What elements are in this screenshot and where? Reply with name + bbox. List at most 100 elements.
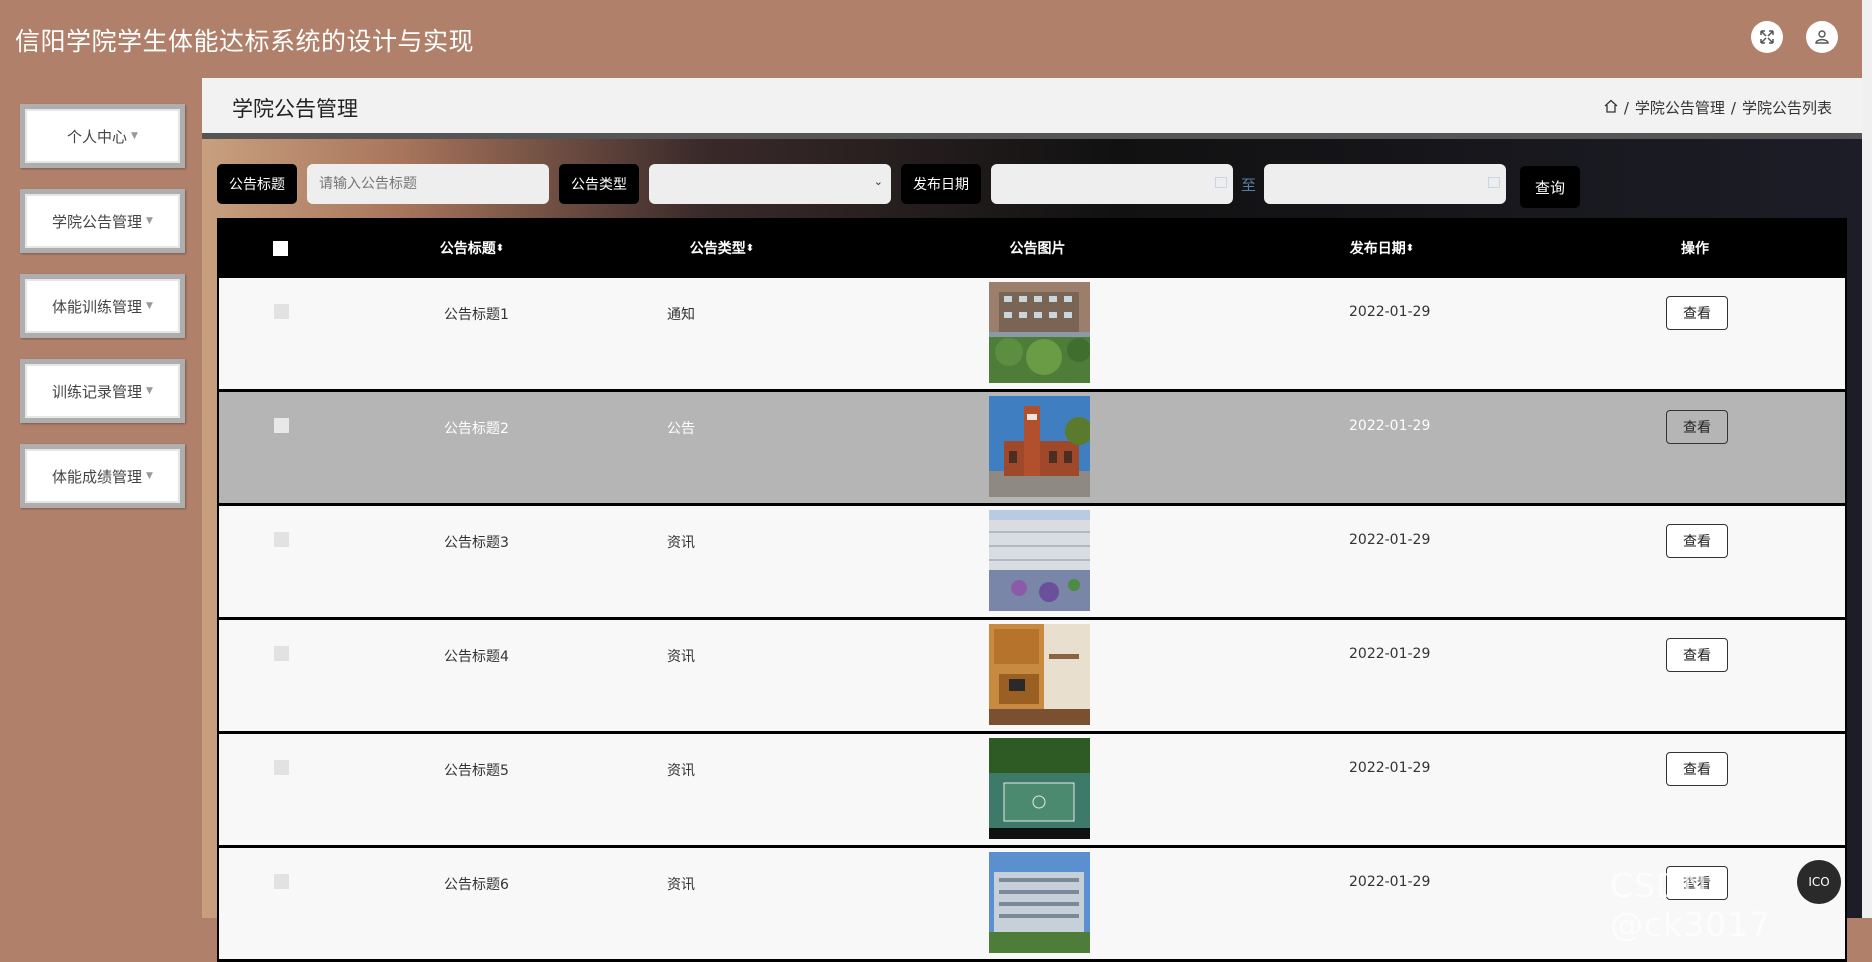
sidebar-item-label: 个人中心 bbox=[67, 127, 128, 146]
title-filter-label: 公告标题 bbox=[217, 164, 297, 204]
building-photo bbox=[989, 282, 1090, 383]
table-row[interactable]: 公告标题5 资讯 2022-01-29 查看 bbox=[217, 734, 1847, 848]
column-label: 公告标题 bbox=[439, 241, 496, 257]
row-checkbox[interactable] bbox=[274, 760, 289, 775]
sidebar-item-score-management[interactable]: 体能成绩管理 ▼ bbox=[20, 444, 185, 508]
cell-date: 2022-01-29 bbox=[1349, 418, 1431, 434]
breadcrumb-item: 学院公告列表 bbox=[1741, 99, 1832, 117]
cell-type: 公告 bbox=[667, 421, 695, 437]
date-filter-label: 发布日期 bbox=[901, 164, 981, 204]
search-bar: 公告标题 公告类型 ⌄ 发布日期 至 查询 bbox=[217, 163, 1581, 208]
table-row[interactable]: 公告标题2 公告 2022-01-29 查看 bbox=[217, 392, 1847, 506]
caret-down-icon: ▼ bbox=[146, 386, 153, 396]
cell-date: 2022-01-29 bbox=[1349, 760, 1431, 776]
date-start-input[interactable] bbox=[991, 164, 1233, 204]
sort-icon[interactable]: ⬍ bbox=[746, 243, 754, 254]
breadcrumb-separator: / bbox=[1623, 98, 1629, 117]
notice-table: 公告标题 ⬍ 公告类型 ⬍ 公告图片 发布日期 ⬍ 操作 公告标题1 通知 2022-… bbox=[217, 218, 1847, 962]
sidebar-item-training-management[interactable]: 体能训练管理 ▼ bbox=[20, 274, 185, 338]
column-date[interactable]: 发布日期 ⬍ bbox=[1332, 218, 1432, 278]
cell-type: 资讯 bbox=[667, 535, 695, 551]
sidebar-item-notice-management[interactable]: 学院公告管理 ▼ bbox=[20, 189, 185, 253]
fullscreen-icon[interactable] bbox=[1751, 21, 1783, 53]
caret-down-icon: ▼ bbox=[146, 471, 153, 481]
calendar-icon bbox=[1488, 177, 1501, 188]
date-range-separator: 至 bbox=[1241, 175, 1257, 194]
court-photo bbox=[989, 738, 1090, 839]
cell-date: 2022-01-29 bbox=[1349, 646, 1431, 662]
cell-title: 公告标题3 bbox=[444, 535, 509, 551]
breadcrumb-separator: / bbox=[1730, 98, 1736, 117]
type-select[interactable]: ⌄ bbox=[649, 164, 891, 204]
home-icon[interactable] bbox=[1604, 99, 1618, 117]
sort-icon[interactable]: ⬍ bbox=[496, 243, 504, 254]
cell-date: 2022-01-29 bbox=[1349, 532, 1431, 548]
title-search-input[interactable] bbox=[307, 164, 549, 204]
date-end-input[interactable] bbox=[1264, 164, 1507, 204]
courtyard-photo bbox=[989, 510, 1090, 611]
cell-title: 公告标题2 bbox=[444, 421, 509, 437]
view-button[interactable]: 查看 bbox=[1666, 638, 1728, 672]
row-checkbox[interactable] bbox=[274, 874, 289, 889]
cell-title: 公告标题4 bbox=[444, 649, 509, 665]
column-type[interactable]: 公告类型 ⬍ bbox=[672, 218, 772, 278]
column-action: 操作 bbox=[1645, 218, 1745, 278]
column-label: 公告类型 bbox=[689, 241, 746, 257]
table-row[interactable]: 公告标题1 通知 2022-01-29 查看 bbox=[217, 278, 1847, 392]
table-row[interactable]: 公告标题6 资讯 2022-01-29 查看 bbox=[217, 848, 1847, 962]
chevron-down-icon: ⌄ bbox=[873, 175, 883, 188]
page-title: 学院公告管理 bbox=[232, 97, 358, 121]
caret-down-icon: ▼ bbox=[146, 216, 153, 226]
type-filter-label: 公告类型 bbox=[559, 164, 639, 204]
sidebar-item-label: 体能训练管理 bbox=[52, 297, 143, 316]
column-label: 发布日期 bbox=[1349, 241, 1406, 257]
sidebar: 个人中心 ▼ 学院公告管理 ▼ 体能训练管理 ▼ 训练记录管理 ▼ 体能成绩管理 ▼ bbox=[0, 78, 202, 918]
row-checkbox[interactable] bbox=[274, 418, 289, 433]
cell-title: 公告标题5 bbox=[444, 763, 509, 779]
page-header: 学院公告管理 / 学院公告管理 / 学院公告列表 bbox=[202, 78, 1862, 139]
cell-title: 公告标题6 bbox=[444, 877, 509, 893]
app-title: 信阳学院学生体能达标系统的设计与实现 bbox=[15, 27, 475, 56]
caret-down-icon: ▼ bbox=[146, 301, 153, 311]
table-header: 公告标题 ⬍ 公告类型 ⬍ 公告图片 发布日期 ⬍ 操作 bbox=[217, 218, 1847, 278]
calendar-icon bbox=[1215, 177, 1227, 188]
cell-type: 资讯 bbox=[667, 649, 695, 665]
building-photo bbox=[989, 852, 1090, 953]
sidebar-item-personal-center[interactable]: 个人中心 ▼ bbox=[20, 104, 185, 168]
table-row[interactable]: 公告标题3 资讯 2022-01-29 查看 bbox=[217, 506, 1847, 620]
table-row[interactable]: 公告标题4 资讯 2022-01-29 查看 bbox=[217, 620, 1847, 734]
top-bar: 信阳学院学生体能达标系统的设计与实现 bbox=[0, 0, 1862, 78]
user-icon[interactable] bbox=[1806, 21, 1838, 53]
dorm-photo bbox=[989, 624, 1090, 725]
sidebar-item-label: 训练记录管理 bbox=[52, 382, 143, 401]
view-button[interactable]: 查看 bbox=[1666, 524, 1728, 558]
cell-date: 2022-01-29 bbox=[1349, 304, 1431, 320]
row-checkbox[interactable] bbox=[274, 646, 289, 661]
watermark: CSDN @ck3017 bbox=[1610, 866, 1772, 944]
breadcrumb: / 学院公告管理 / 学院公告列表 bbox=[1604, 97, 1832, 118]
building-photo bbox=[989, 396, 1090, 497]
view-button[interactable]: 查看 bbox=[1666, 296, 1728, 330]
view-button[interactable]: 查看 bbox=[1666, 410, 1728, 444]
cell-title: 公告标题1 bbox=[444, 307, 509, 323]
select-all-checkbox[interactable] bbox=[272, 218, 288, 278]
column-title[interactable]: 公告标题 ⬍ bbox=[422, 218, 522, 278]
cell-type: 通知 bbox=[667, 307, 695, 323]
page-scrollbar[interactable] bbox=[1862, 0, 1872, 918]
sidebar-item-label: 体能成绩管理 bbox=[52, 467, 143, 486]
column-label: 操作 bbox=[1681, 241, 1709, 257]
main-content: 学院公告管理 / 学院公告管理 / 学院公告列表 公告标题 公告类型 ⌄ 发布日… bbox=[202, 78, 1862, 962]
cell-type: 资讯 bbox=[667, 877, 695, 893]
column-image: 公告图片 bbox=[987, 218, 1088, 278]
caret-down-icon: ▼ bbox=[131, 131, 138, 141]
column-label: 公告图片 bbox=[1009, 241, 1066, 257]
cell-date: 2022-01-29 bbox=[1349, 874, 1431, 890]
row-checkbox[interactable] bbox=[274, 532, 289, 547]
sort-icon[interactable]: ⬍ bbox=[1406, 243, 1414, 254]
query-button[interactable]: 查询 bbox=[1520, 166, 1581, 208]
sidebar-item-label: 学院公告管理 bbox=[52, 212, 143, 231]
breadcrumb-item[interactable]: 学院公告管理 bbox=[1635, 97, 1725, 118]
row-checkbox[interactable] bbox=[274, 304, 289, 319]
sidebar-item-record-management[interactable]: 训练记录管理 ▼ bbox=[20, 359, 185, 423]
view-button[interactable]: 查看 bbox=[1666, 752, 1728, 786]
